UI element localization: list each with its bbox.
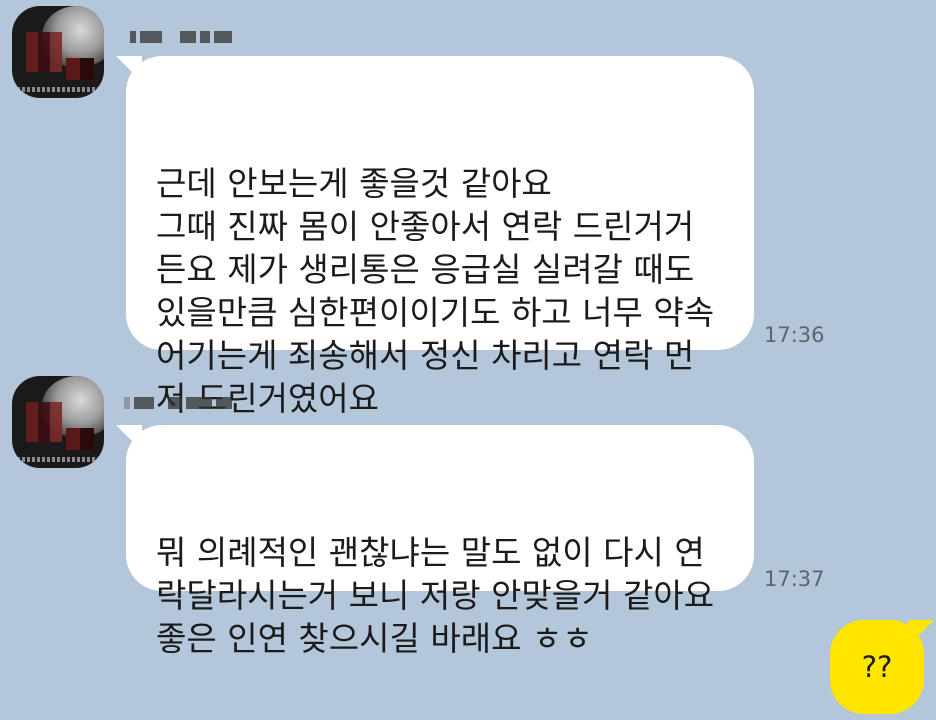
- bubble-tail: [908, 620, 934, 646]
- avatar-pixelation: [26, 32, 62, 72]
- bubble-tail: [116, 425, 142, 451]
- message-bubble-outgoing[interactable]: ??: [830, 620, 934, 714]
- sender-avatar[interactable]: [12, 376, 104, 468]
- avatar-pixelation: [66, 58, 94, 80]
- message-text: ??: [861, 650, 893, 684]
- message-time: 17:36: [764, 323, 825, 347]
- avatar-pixelation: [26, 402, 62, 442]
- bubble-tail: [116, 56, 142, 82]
- sender-name-redacted: [130, 30, 232, 44]
- message-bubble-incoming[interactable]: 근데 안보는게 좋을것 같아요 그때 진짜 몸이 안좋아서 연락 드린거거 든요…: [116, 56, 754, 418]
- avatar-caption: [12, 87, 104, 92]
- message-text: 근데 안보는게 좋을것 같아요 그때 진짜 몸이 안좋아서 연락 드린거거 든요…: [156, 164, 715, 418]
- message-bubble-incoming[interactable]: 뭐 의례적인 괜찮냐는 말도 없이 다시 연 락달라시는거 보니 저랑 안맞을거…: [116, 425, 754, 658]
- sender-avatar[interactable]: [12, 6, 104, 98]
- avatar-caption: [12, 457, 104, 462]
- avatar-pixelation: [66, 428, 94, 450]
- sender-name-redacted: [124, 396, 232, 410]
- message-text: 뭐 의례적인 괜찮냐는 말도 없이 다시 연 락달라시는거 보니 저랑 안맞을거…: [156, 533, 715, 658]
- chat-room: 근데 안보는게 좋을것 같아요 그때 진짜 몸이 안좋아서 연락 드린거거 든요…: [0, 0, 936, 720]
- message-time: 17:37: [764, 567, 825, 591]
